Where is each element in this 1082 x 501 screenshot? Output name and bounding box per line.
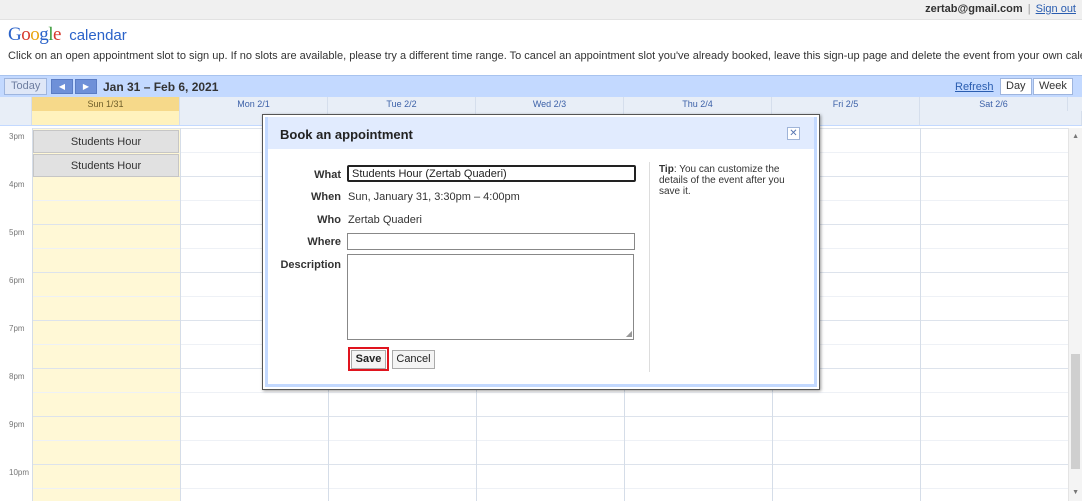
date-range-title: Jan 31 – Feb 6, 2021 (103, 80, 219, 94)
vertical-scrollbar[interactable]: ▲ ▼ (1068, 128, 1082, 501)
when-label: When (311, 191, 341, 203)
time-label-3pm: 3pm (9, 132, 25, 141)
time-label-10pm: 10pm (9, 468, 30, 477)
logo-letter-o1: o (21, 24, 31, 45)
description-label: Description (280, 259, 341, 271)
half-hour-line (32, 440, 1068, 441)
scroll-down-arrow-icon[interactable]: ▼ (1072, 489, 1079, 496)
logo-letter-e: e (53, 24, 61, 45)
time-label-4pm: 4pm (9, 180, 25, 189)
sign-out-link[interactable]: Sign out (1036, 3, 1076, 15)
account-area: zertab@gmail.com | Sign out (925, 3, 1076, 15)
time-label-5pm: 5pm (9, 228, 25, 237)
dialog-divider (649, 162, 650, 372)
day-header-fri: Fri 2/5 (772, 97, 920, 111)
calendar-toolbar: Today ◀ ▶ Jan 31 – Feb 6, 2021 Refresh D… (0, 75, 1082, 97)
day-divider (32, 128, 33, 501)
time-label-9pm: 9pm (9, 420, 25, 429)
google-calendar-logo[interactable]: Google calendar (8, 24, 127, 46)
account-email: zertab@gmail.com (925, 3, 1023, 15)
description-textarea[interactable]: ◢ (347, 254, 634, 340)
close-icon: ✕ (789, 128, 798, 139)
day-header-sat: Sat 2/6 (920, 97, 1068, 111)
who-label: Who (317, 214, 341, 226)
next-week-button[interactable]: ▶ (75, 79, 97, 94)
today-button[interactable]: Today (4, 78, 48, 95)
dialog-header: Book an appointment ✕ (268, 117, 814, 149)
allday-cell-sat[interactable] (920, 111, 1082, 126)
tip-label: Tip (659, 164, 674, 175)
resize-grip-icon[interactable]: ◢ (626, 329, 632, 338)
close-dialog-button[interactable]: ✕ (787, 127, 800, 140)
today-column (32, 128, 180, 501)
day-header-thu: Thu 2/4 (624, 97, 772, 111)
week-view-button[interactable]: Week (1033, 78, 1073, 95)
book-appointment-dialog: Book an appointment ✕ What Students Hour… (262, 114, 820, 390)
day-divider (920, 128, 921, 501)
day-view-button[interactable]: Day (1000, 78, 1032, 95)
instructions-text: Click on an open appointment slot to sig… (8, 50, 1082, 62)
time-gutter-header (0, 97, 32, 111)
half-hour-line (32, 392, 1068, 393)
logo-letter-g: G (8, 24, 22, 45)
chevron-right-icon: ▶ (82, 82, 90, 91)
scroll-up-arrow-icon[interactable]: ▲ (1072, 133, 1079, 140)
time-label-6pm: 6pm (9, 276, 25, 285)
hour-line (32, 416, 1068, 417)
save-button-highlight (348, 347, 389, 371)
allday-cell-sun[interactable] (32, 111, 180, 126)
appointment-slot-3pm[interactable]: Students Hour (33, 130, 179, 153)
logo-letter-g2: g (39, 24, 49, 45)
top-bar: zertab@gmail.com | Sign out (0, 0, 1082, 20)
previous-week-button[interactable]: ◀ (51, 79, 73, 94)
tip-text: Tip: You can customize the details of th… (659, 164, 799, 197)
day-header-mon: Mon 2/1 (180, 97, 328, 111)
what-input[interactable]: Students Hour (Zertab Quaderi) (347, 165, 636, 182)
chevron-left-icon: ◀ (58, 82, 66, 91)
logo-product-name: calendar (69, 27, 127, 44)
scrollbar-thumb[interactable] (1071, 354, 1080, 469)
where-label: Where (307, 236, 341, 248)
cancel-button[interactable]: Cancel (392, 350, 435, 369)
when-value: Sun, January 31, 3:30pm – 4:00pm (348, 191, 520, 203)
scroll-gutter-header (1068, 97, 1082, 111)
half-hour-line (32, 488, 1068, 489)
time-label-7pm: 7pm (9, 324, 25, 333)
dialog-title: Book an appointment (280, 127, 413, 142)
logo-letter-o2: o (30, 24, 40, 45)
tip-message: : You can customize the details of the e… (659, 164, 785, 197)
day-divider (180, 128, 181, 501)
day-header-tue: Tue 2/2 (328, 97, 476, 111)
hour-line (32, 464, 1068, 465)
account-separator: | (1027, 3, 1031, 15)
day-header-sun: Sun 1/31 (32, 97, 180, 111)
where-input[interactable] (347, 233, 635, 250)
appointment-slot-330pm[interactable]: Students Hour (33, 154, 179, 177)
what-label: What (314, 169, 341, 181)
allday-gutter (0, 111, 32, 126)
time-label-8pm: 8pm (9, 372, 25, 381)
dialog-body: Book an appointment ✕ What Students Hour… (265, 117, 817, 387)
refresh-link[interactable]: Refresh (955, 81, 994, 93)
who-value: Zertab Quaderi (348, 214, 422, 226)
day-header-wed: Wed 2/3 (476, 97, 624, 111)
